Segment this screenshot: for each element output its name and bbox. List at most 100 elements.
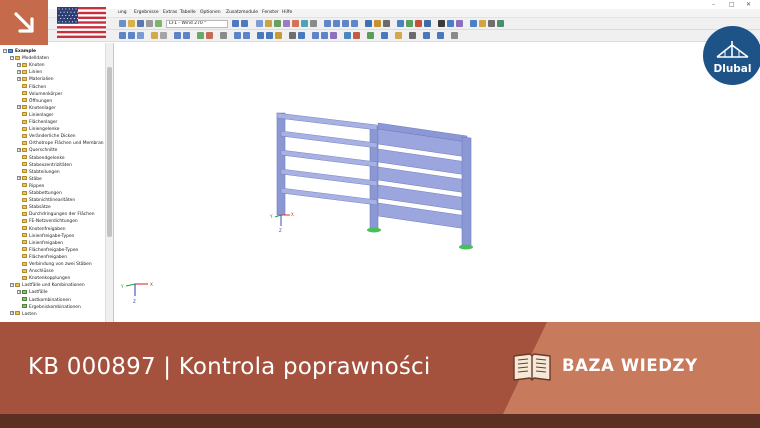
expand-icon[interactable]: + xyxy=(17,105,21,110)
navigator-item[interactable]: Stabsätze xyxy=(0,204,51,211)
import-icon[interactable] xyxy=(423,32,430,39)
menu-item-tools[interactable]: Extras xyxy=(163,10,177,15)
menu-item-insert[interactable]: ung xyxy=(118,10,127,15)
navigator-item[interactable]: Durchdringungen der Flächen xyxy=(0,211,95,218)
report-icon[interactable] xyxy=(395,32,402,39)
save-icon[interactable] xyxy=(137,20,144,27)
clipping-icon[interactable] xyxy=(321,32,328,39)
next-icon[interactable] xyxy=(241,20,248,27)
settings-icon[interactable] xyxy=(381,32,388,39)
hinge-icon[interactable] xyxy=(183,32,190,39)
local-axis-icon[interactable] xyxy=(312,32,319,39)
color-icon[interactable] xyxy=(275,32,282,39)
mesh-icon[interactable] xyxy=(234,32,241,39)
section-plane-icon[interactable] xyxy=(330,32,337,39)
left-rail-1[interactable] xyxy=(276,112,378,131)
expand-icon[interactable]: + xyxy=(17,76,21,81)
navigator-item[interactable]: Stabbettungen xyxy=(0,190,62,197)
info-icon[interactable] xyxy=(437,32,444,39)
load-icon[interactable] xyxy=(197,32,204,39)
line-icon[interactable] xyxy=(128,32,135,39)
menu-item-table[interactable]: Tabelle xyxy=(180,10,196,15)
expand-icon[interactable]: + xyxy=(17,147,21,152)
open-icon[interactable] xyxy=(128,20,135,27)
section-icon[interactable] xyxy=(301,20,308,27)
dlubal-logo[interactable]: Dlubal xyxy=(703,26,760,85)
undo-icon[interactable] xyxy=(155,20,162,27)
navigator-item[interactable]: Anschlüsse xyxy=(0,268,54,275)
navigator-item[interactable]: Stabendgelenke xyxy=(0,155,65,162)
view-z-icon[interactable] xyxy=(351,20,358,27)
node-icon[interactable] xyxy=(119,32,126,39)
right-post[interactable] xyxy=(461,136,472,248)
export-icon[interactable] xyxy=(409,32,416,39)
maximize-button[interactable]: □ xyxy=(729,1,735,8)
navigator-item[interactable]: Liniengelenke xyxy=(0,126,59,133)
navigator-item[interactable]: Linienlager xyxy=(0,112,53,119)
delete-icon[interactable] xyxy=(415,20,422,27)
member-icon[interactable] xyxy=(137,32,144,39)
collapse-icon[interactable]: − xyxy=(10,55,14,60)
menu-item-options[interactable]: Optionen xyxy=(200,10,221,15)
filter-icon[interactable] xyxy=(266,32,273,39)
collapse-icon[interactable]: − xyxy=(3,48,7,53)
view-iso-icon[interactable] xyxy=(324,20,331,27)
expand-icon[interactable]: + xyxy=(17,289,21,294)
result-diagram-icon[interactable] xyxy=(344,32,351,39)
left-post[interactable] xyxy=(276,112,286,216)
comment-icon[interactable] xyxy=(488,20,495,27)
navigator-item[interactable]: Orthotrope Flächen und Membran xyxy=(0,140,104,147)
copy-icon[interactable] xyxy=(424,20,431,27)
dimension-icon[interactable] xyxy=(479,20,486,27)
expand-icon[interactable]: + xyxy=(10,311,14,316)
navigator-item[interactable]: Flächen xyxy=(0,84,46,91)
navigator-item[interactable]: Stabexzentrizitäten xyxy=(0,162,72,169)
cut-icon[interactable] xyxy=(438,20,445,27)
navigator-scrollbar[interactable] xyxy=(105,43,113,322)
navigator-item[interactable]: Knotenkopplungen xyxy=(0,275,70,282)
navigator-item[interactable]: Stabnichtlinearitäten xyxy=(0,197,75,204)
navigator-item[interactable]: + Lastfälle xyxy=(0,289,48,296)
table-icon[interactable] xyxy=(310,20,317,27)
print-icon[interactable] xyxy=(146,20,153,27)
navigator-item[interactable]: Öffnungen xyxy=(0,98,52,105)
calculate-icon[interactable] xyxy=(256,20,263,27)
middle-post[interactable] xyxy=(369,125,379,230)
collapse-icon[interactable]: − xyxy=(10,282,14,287)
expand-icon[interactable]: + xyxy=(17,176,21,181)
transparency-icon[interactable] xyxy=(289,32,296,39)
layer-icon[interactable] xyxy=(220,32,227,39)
navigator-item[interactable]: + Querschnitte xyxy=(0,147,57,154)
navigator-item[interactable]: Stabteilungen xyxy=(0,169,60,176)
navigator-item[interactable]: Ergebniskombinationen xyxy=(0,304,81,311)
navigator-item[interactable]: Knotenfreigaben xyxy=(0,226,65,233)
display-icon[interactable] xyxy=(274,20,281,27)
surface-icon[interactable] xyxy=(151,32,158,39)
view-y-icon[interactable] xyxy=(342,20,349,27)
navigator-item[interactable]: + Linien xyxy=(0,69,42,76)
measure-icon[interactable] xyxy=(447,20,454,27)
navigator-item[interactable]: Linienfreigaben xyxy=(0,240,63,247)
left-rail-3[interactable] xyxy=(280,149,378,168)
navigator-item[interactable]: + Stäbe xyxy=(0,176,42,183)
error-icon[interactable] xyxy=(353,32,360,39)
navigator-item[interactable]: + Lasten xyxy=(0,311,37,318)
navigator-item[interactable]: + Materialien xyxy=(0,76,54,83)
navigator-item[interactable]: Volumenkörper xyxy=(0,91,62,98)
navigator-item[interactable]: Rippen xyxy=(0,183,44,190)
more-icon[interactable] xyxy=(451,32,458,39)
render-icon[interactable] xyxy=(374,20,381,27)
support-icon[interactable] xyxy=(174,32,181,39)
support-right[interactable] xyxy=(459,244,473,250)
new-icon[interactable] xyxy=(119,20,126,27)
grid-icon[interactable] xyxy=(456,20,463,27)
navigator-item[interactable]: Verbindung von zwei Stäben xyxy=(0,261,92,268)
visibility-icon[interactable] xyxy=(243,32,250,39)
imperfection-icon[interactable] xyxy=(206,32,213,39)
menu-item-help[interactable]: Hilfe xyxy=(282,10,292,15)
select-icon[interactable] xyxy=(397,20,404,27)
navigator-scroll-thumb[interactable] xyxy=(107,67,112,237)
support-middle[interactable] xyxy=(367,227,381,233)
numbering-icon[interactable] xyxy=(257,32,264,39)
navigator-item[interactable]: − Example xyxy=(0,48,36,55)
